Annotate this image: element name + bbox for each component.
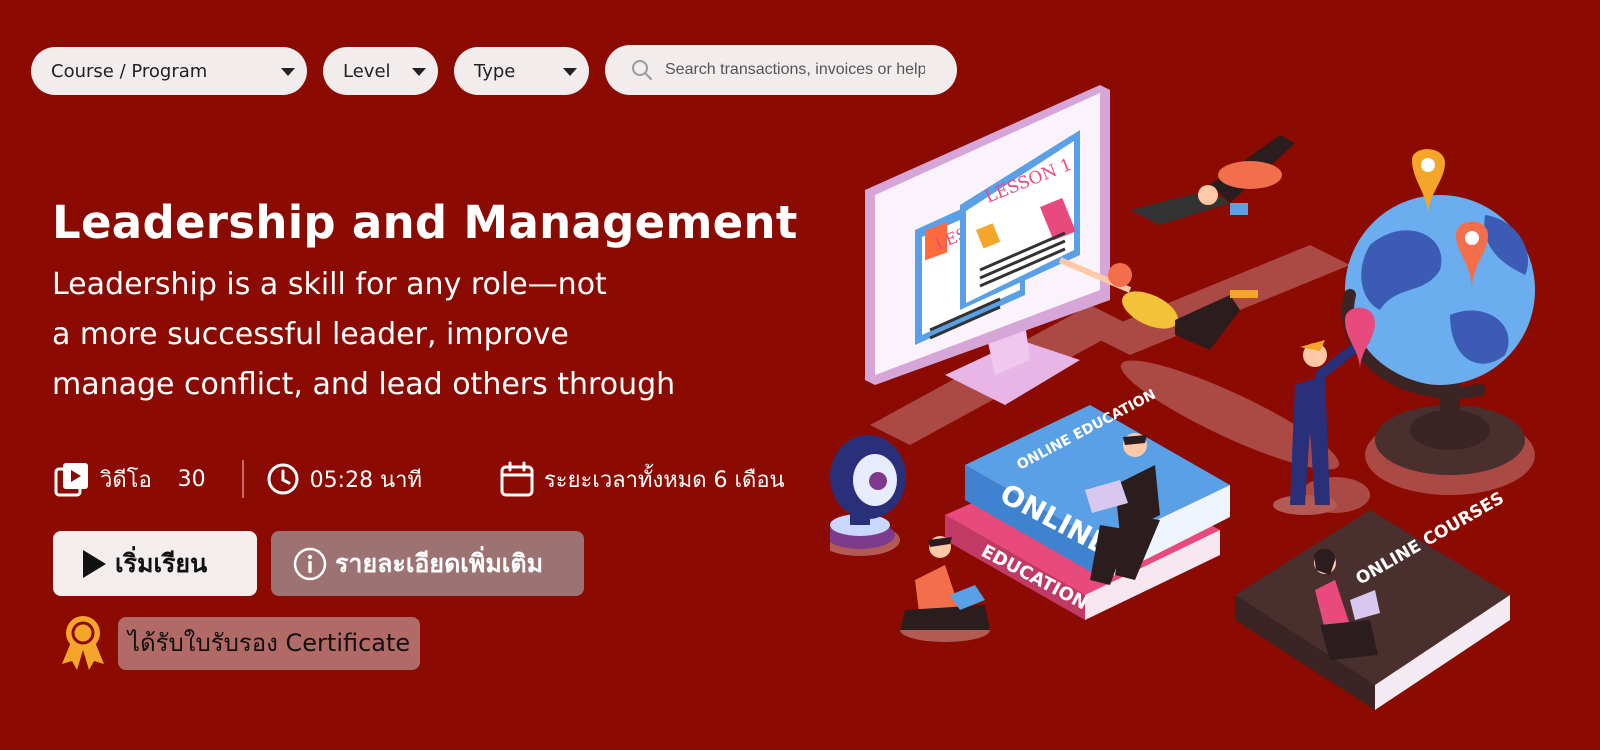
total-period-value: ระยะเวลาทั้งหมด 6 เดือน [543,467,785,493]
duration-value: 05:28 นาที [309,467,422,493]
filter-bar: Course / Program Level Type [31,45,957,95]
description-line: a more successful leader, improve [52,317,569,352]
type-label: Type [474,60,516,82]
video-stat: วิดีโอ 30 [54,461,206,497]
clock-icon [267,463,299,495]
book-stack-illustration: EDUCATION ONLINE ONLINE EDUCATION [945,387,1230,620]
stat-divider [241,460,244,498]
video-library-icon [54,463,88,497]
level-dropdown[interactable]: Level [323,47,438,95]
chevron-down-icon [281,68,295,76]
start-learning-label: เริ่มเรียน [115,548,208,578]
more-details-label: รายละเอียดเพิ่มเติม [335,548,544,578]
award-medal-icon [62,616,104,670]
course-program-dropdown[interactable]: Course / Program [31,47,307,95]
search-icon [632,60,652,80]
start-learning-button[interactable]: เริ่มเรียน [53,531,257,596]
course-program-label: Course / Program [51,60,208,82]
online-education-illustration: LES LESSON 1 EDUCATION ONLINE ONLINE EDU… [830,85,1535,710]
course-description: Leadership is a skill for any role—not a… [52,260,772,410]
flying-person-top [1130,135,1295,225]
more-details-button[interactable]: รายละเอียดเพิ่มเติม [271,531,584,596]
description-line: manage conflict, and lead others through [52,367,676,402]
video-label: วิดีโอ [100,467,152,493]
play-icon [83,549,106,578]
type-dropdown[interactable]: Type [454,47,589,95]
search-input[interactable] [665,61,925,79]
calendar-icon [500,461,534,497]
level-label: Level [343,60,391,82]
certificate-badge: ได้รับใบรับรอง Certificate [58,614,421,672]
chevron-down-icon [563,68,577,76]
monitor-illustration: LES LESSON 1 [865,85,1110,405]
total-period-stat: ระยะเวลาทั้งหมด 6 เดือน [500,461,785,497]
certificate-label: ได้รับใบรับรอง Certificate [118,616,421,670]
duration-stat: 05:28 นาที [266,462,422,497]
chevron-down-icon [412,68,426,76]
info-icon [293,547,327,580]
description-line: Leadership is a skill for any role—not [52,267,607,302]
dark-book-illustration: ONLINE COURSES [1235,488,1510,710]
globe-illustration [1342,149,1535,475]
course-title: Leadership and Management [52,196,798,249]
course-stats: วิดีโอ 30 05:28 นาที ระยะเวลาทั้งหมด 6 เ… [54,460,785,498]
webcam-illustration [830,435,906,556]
video-count: 30 [177,466,206,492]
